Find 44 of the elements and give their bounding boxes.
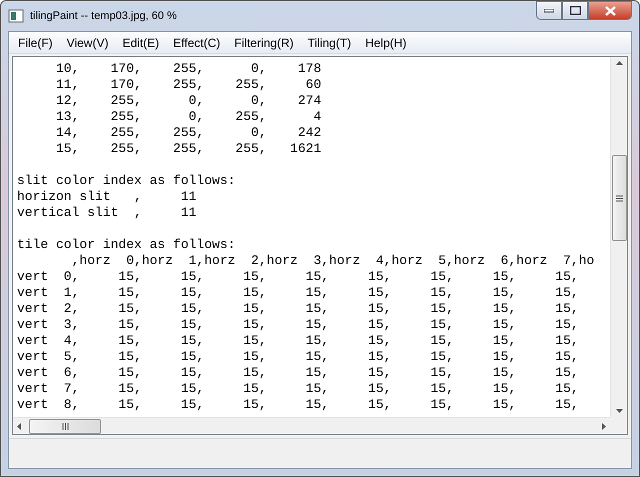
text-line: 10, 170, 255, 0, 178 [55, 61, 322, 77]
menu-item[interactable]: Edit(E) [115, 34, 166, 52]
down-arrow-icon[interactable] [616, 409, 622, 413]
text-line: vert 0, 15, 15, 15, 15, 15, 15, 15, 15, [17, 269, 580, 285]
app-icon [8, 8, 24, 24]
close-button[interactable] [588, 1, 632, 20]
text-line: vert 1, 15, 15, 15, 15, 15, 15, 15, 15, [17, 285, 580, 301]
text-line: vert 3, 15, 15, 15, 15, 15, 15, 15, 15, [17, 317, 580, 333]
text-line: 12, 255, 0, 0, 274 [55, 93, 322, 109]
text-line: vert 5, 15, 15, 15, 15, 15, 15, 15, 15, [17, 349, 580, 365]
up-arrow-icon[interactable] [616, 61, 622, 65]
text-line: vert 8, 15, 15, 15, 15, 15, 15, 15, 15, [17, 397, 580, 413]
text-line: vert 6, 15, 15, 15, 15, 15, 15, 15, 15, [17, 365, 580, 381]
text-line: horizon slit , 11 [17, 189, 198, 205]
left-arrow-icon[interactable] [17, 422, 21, 430]
menu-item[interactable]: Help(H) [358, 34, 414, 52]
maximize-icon [570, 6, 580, 15]
text-line: 11, 170, 255, 255, 60 [55, 77, 322, 93]
vertical-scrollbar[interactable] [610, 57, 627, 417]
window-title: tilingPaint -- temp03.jpg, 60 % [30, 10, 177, 22]
text-line: slit color index as follows: [17, 173, 236, 189]
menu-item[interactable]: Effect(C) [166, 34, 228, 52]
menu-item[interactable]: File(F) [11, 34, 60, 52]
menu-item[interactable]: View(V) [60, 34, 116, 52]
menu-item[interactable]: Tiling(T) [300, 34, 358, 52]
text-line: 13, 255, 0, 255, 4 [55, 109, 322, 125]
maximize-button[interactable] [562, 1, 588, 20]
text-line: vert 2, 15, 15, 15, 15, 15, 15, 15, 15, [17, 301, 580, 317]
text-line: 15, 255, 255, 255, 1621 [55, 141, 322, 157]
horizontal-scrollbar[interactable] [13, 417, 610, 434]
menu-item[interactable]: Filtering(R) [227, 34, 301, 52]
text-line: ,horz 0,horz 1,horz 2,horz 3,horz 4,horz 5,horz 6,horz 7,ho [70, 253, 596, 269]
text-area[interactable] [12, 56, 628, 435]
scroll-thumb[interactable] [612, 155, 626, 241]
text-line: 14, 255, 255, 0, 242 [55, 125, 322, 141]
text-line: tile color index as follows: [17, 237, 236, 253]
minimize-icon [544, 8, 554, 12]
text-line: vert 7, 15, 15, 15, 15, 15, 15, 15, 15, [17, 381, 580, 397]
close-icon [604, 6, 616, 16]
text-line: vert 4, 15, 15, 15, 15, 15, 15, 15, 15, [17, 333, 580, 349]
scroll-thumb[interactable] [29, 418, 101, 434]
right-arrow-icon[interactable] [602, 422, 606, 430]
minimize-button[interactable] [536, 1, 562, 20]
text-line: vertical slit , 11 [17, 205, 198, 221]
